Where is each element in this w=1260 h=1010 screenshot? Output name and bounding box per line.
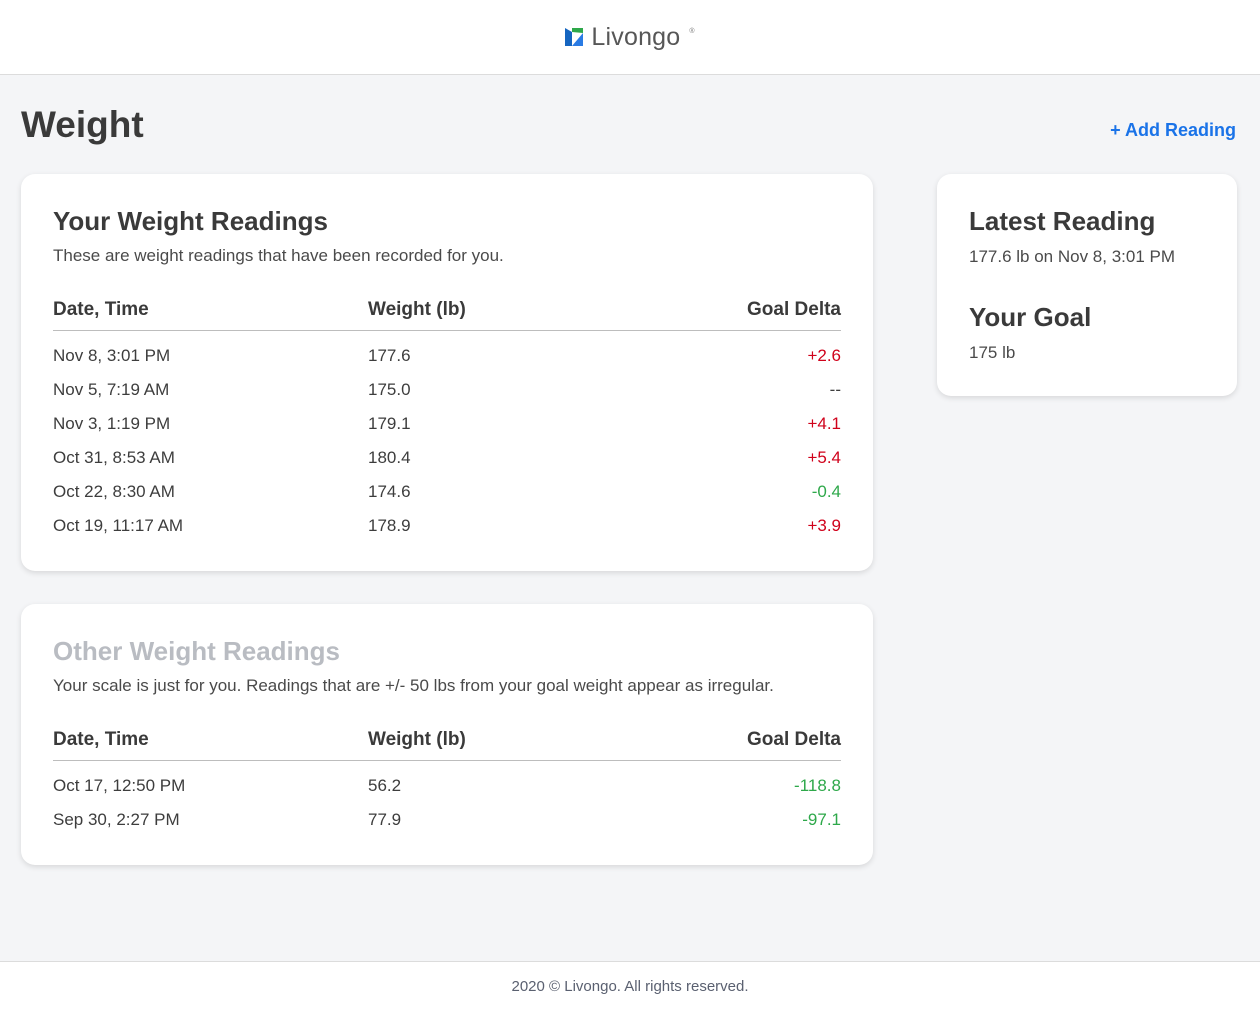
table-row: Nov 5, 7:19 AM 175.0 -- xyxy=(53,373,841,407)
table-header: Date, Time Weight (lb) Goal Delta xyxy=(53,299,841,331)
page-title: Weight xyxy=(21,104,144,145)
card-title: Your Weight Readings xyxy=(53,206,328,236)
cell-date: Sep 30, 2:27 PM xyxy=(53,810,180,829)
table-body: Oct 17, 12:50 PM 56.2 -118.8 Sep 30, 2:27 P… xyxy=(53,769,841,837)
add-reading-button[interactable]: + Add Reading xyxy=(1110,120,1236,141)
your-weight-readings-card: Your Weight Readings These are weight re… xyxy=(21,174,873,571)
table-row: Oct 31, 8:53 AM 180.4 +5.4 xyxy=(53,441,841,475)
cell-goal-delta: +2.6 xyxy=(807,346,841,365)
cell-goal-delta: -97.1 xyxy=(802,810,841,829)
cell-date: Nov 5, 7:19 AM xyxy=(53,380,170,399)
footer: 2020 © Livongo. All rights reserved. xyxy=(0,961,1260,1010)
cell-goal-delta: +5.4 xyxy=(807,448,841,467)
table-row: Oct 17, 12:50 PM 56.2 -118.8 xyxy=(53,769,841,803)
column-header-date: Date, Time xyxy=(53,299,149,320)
cell-date: Oct 19, 11:17 AM xyxy=(53,516,184,535)
summary-card: Latest Reading 177.6 lb on Nov 8, 3:01 P… xyxy=(937,174,1237,396)
table-row: Oct 19, 11:17 AM 178.9 +3.9 xyxy=(53,509,841,543)
cell-goal-delta: +3.9 xyxy=(807,516,841,535)
cell-weight: 178.9 xyxy=(368,516,411,535)
footer-copyright: 2020 © Livongo. All rights reserved. xyxy=(511,977,749,995)
column-header-date: Date, Time xyxy=(53,729,149,750)
cell-weight: 177.6 xyxy=(368,346,411,365)
your-goal-title: Your Goal xyxy=(969,302,1092,332)
logo-registered-mark: ® xyxy=(689,27,695,35)
table-row: Oct 22, 8:30 AM 174.6 -0.4 xyxy=(53,475,841,509)
table-row: Sep 30, 2:27 PM 77.9 -97.1 xyxy=(53,803,841,837)
cell-weight: 77.9 xyxy=(368,810,402,829)
cell-goal-delta: +4.1 xyxy=(807,414,841,433)
cell-weight: 180.4 xyxy=(368,448,411,467)
cell-weight: 179.1 xyxy=(368,414,411,433)
other-weight-readings-card: Other Weight Readings Your scale is just… xyxy=(21,604,873,865)
readings-table: Date, Time Weight (lb) Goal Delta Nov 8,… xyxy=(53,299,841,543)
card-subtitle: Your scale is just for you. Readings tha… xyxy=(53,676,774,695)
readings-table: Date, Time Weight (lb) Goal Delta Oct 17… xyxy=(53,729,841,837)
latest-reading-title: Latest Reading xyxy=(969,206,1156,236)
cell-goal-delta: -0.4 xyxy=(811,482,841,501)
top-bar: Livongo ® xyxy=(0,0,1260,75)
your-goal-value: 175 lb xyxy=(969,343,1016,362)
cell-weight: 174.6 xyxy=(368,482,411,501)
table-row: Nov 3, 1:19 PM 179.1 +4.1 xyxy=(53,407,841,441)
table-header: Date, Time Weight (lb) Goal Delta xyxy=(53,729,841,761)
table-body: Nov 8, 3:01 PM 177.6 +2.6 Nov 5, 7:19 AM 175… xyxy=(53,339,841,543)
cell-date: Oct 31, 8:53 AM xyxy=(53,448,175,467)
cell-goal-delta: -118.8 xyxy=(794,776,841,795)
livongo-mark-icon xyxy=(565,28,584,46)
cell-date: Oct 17, 12:50 PM xyxy=(53,776,186,795)
cell-date: Nov 3, 1:19 PM xyxy=(53,414,171,433)
cell-weight: 175.0 xyxy=(368,380,411,399)
card-title: Other Weight Readings xyxy=(53,636,340,666)
table-row: Nov 8, 3:01 PM 177.6 +2.6 xyxy=(53,339,841,373)
column-header-goal-delta: Goal Delta xyxy=(747,299,841,320)
latest-reading-value: 177.6 lb on Nov 8, 3:01 PM xyxy=(969,247,1176,266)
cell-date: Oct 22, 8:30 AM xyxy=(53,482,175,501)
cell-weight: 56.2 xyxy=(368,776,402,795)
card-subtitle: These are weight readings that have been… xyxy=(53,246,504,265)
column-header-weight: Weight (lb) xyxy=(368,299,466,320)
logo-text: Livongo xyxy=(591,22,681,51)
column-header-goal-delta: Goal Delta xyxy=(747,729,841,750)
livongo-logo[interactable]: Livongo ® xyxy=(565,22,695,52)
cell-date: Nov 8, 3:01 PM xyxy=(53,346,171,365)
cell-goal-delta: -- xyxy=(829,380,841,399)
column-header-weight: Weight (lb) xyxy=(368,729,466,750)
